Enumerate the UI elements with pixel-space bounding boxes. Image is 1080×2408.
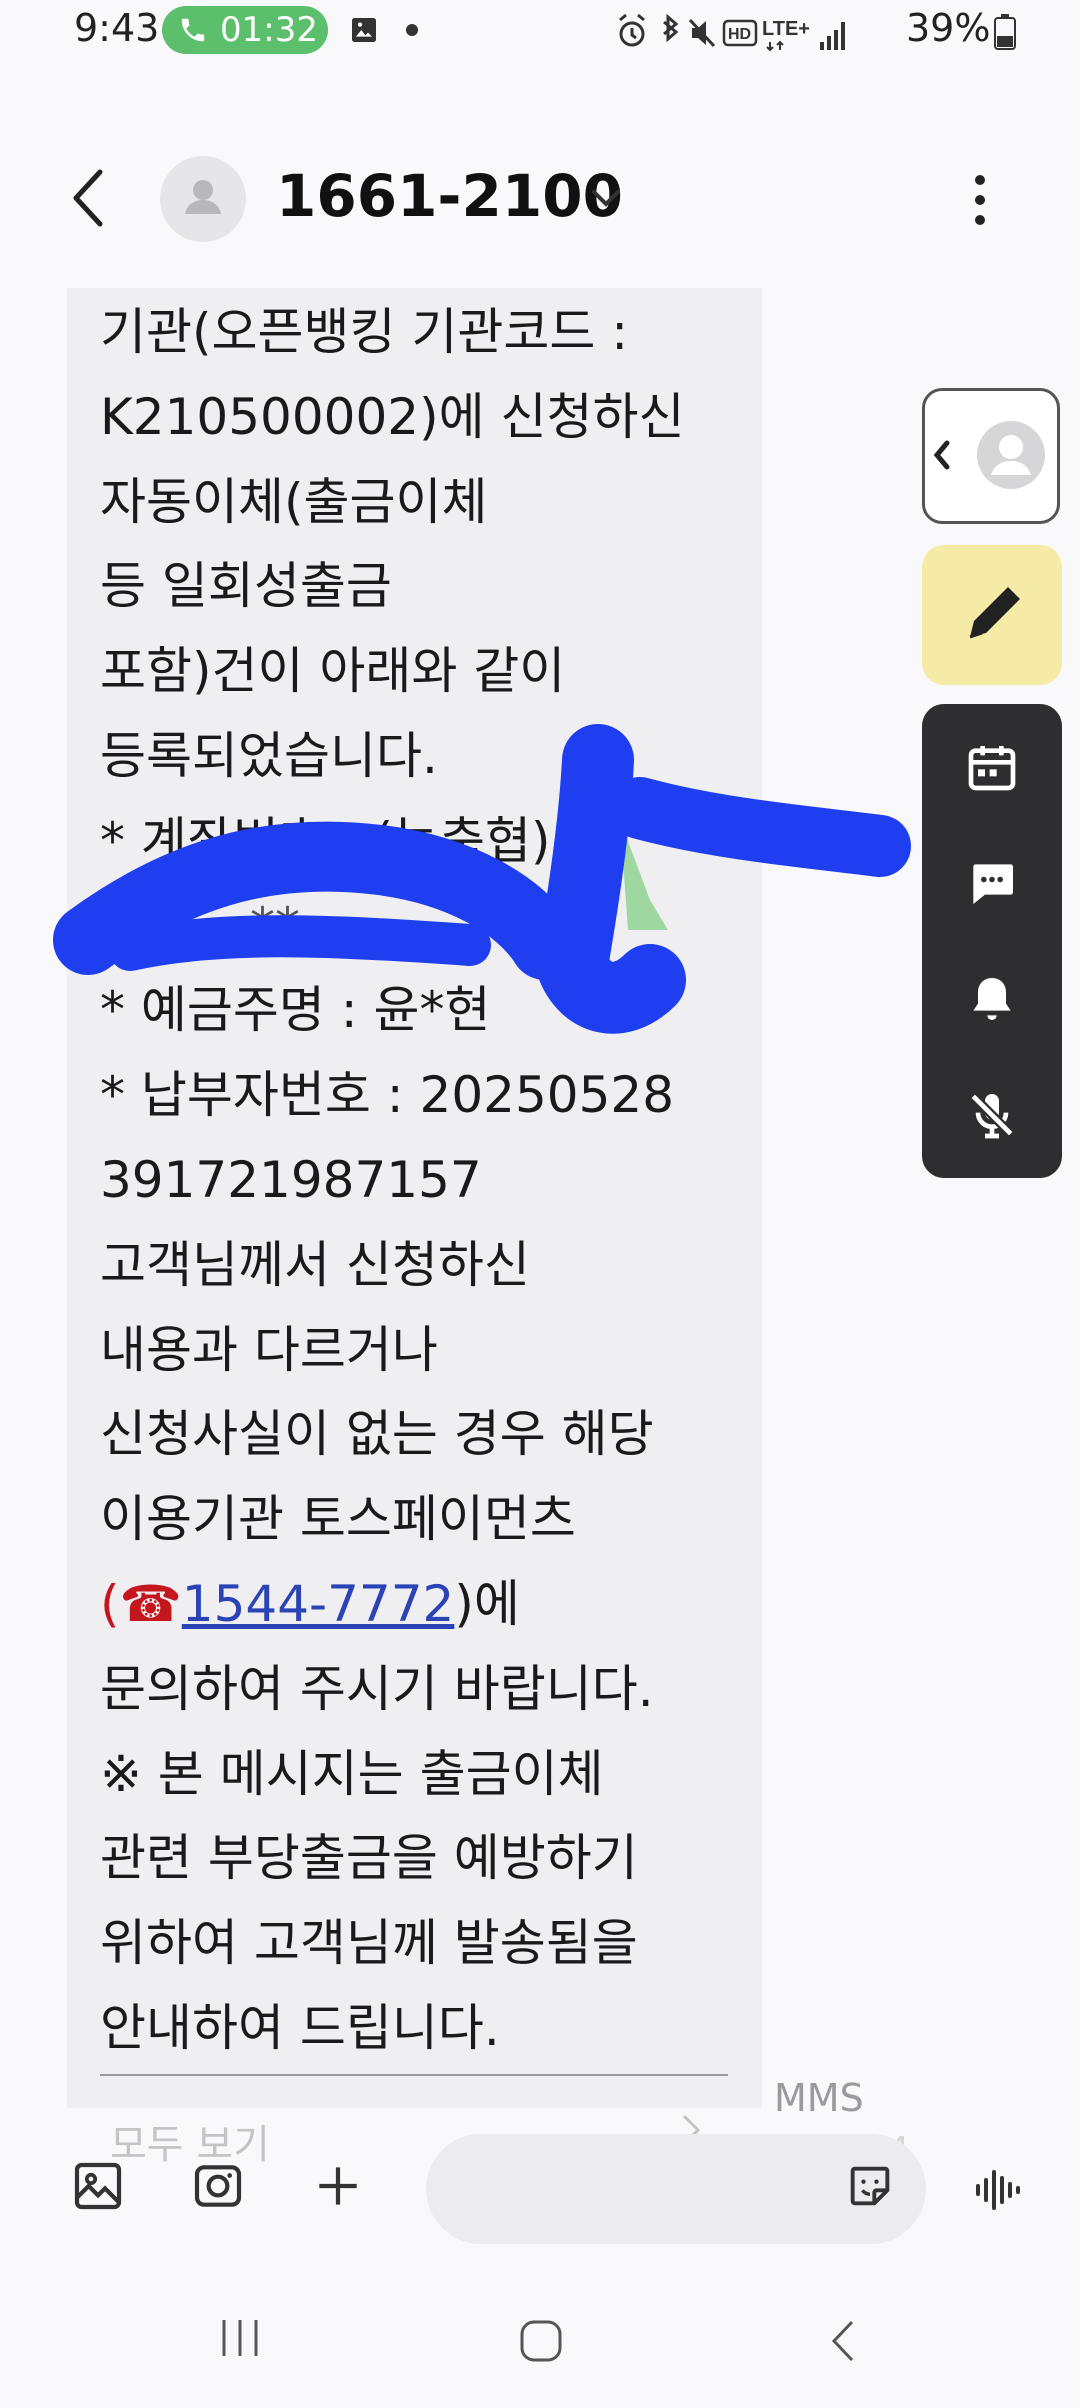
sticker-button[interactable] bbox=[844, 2160, 896, 2212]
message-line: 관련 부당출금을 예방하기 bbox=[100, 1829, 638, 1888]
message-line: 문의하여 주시기 바랍니다. bbox=[100, 1659, 654, 1718]
message-line: 포함)건이 아래와 같이 bbox=[100, 642, 566, 701]
sticker-icon bbox=[850, 2166, 890, 2206]
hd-voice-icon: HD bbox=[722, 19, 758, 47]
message-line: * 예금주명 : 윤*현 bbox=[100, 981, 491, 1040]
call-indicator[interactable]: 01:32 bbox=[162, 6, 328, 54]
message-line: ※ 본 메시지는 출금이체 bbox=[100, 1744, 604, 1803]
lte-icon: LTE+ bbox=[762, 18, 810, 52]
battery-icon bbox=[994, 14, 1016, 50]
recent-apps-icon bbox=[222, 2320, 258, 2356]
back-button[interactable] bbox=[62, 160, 122, 236]
message-line-phone: (☎1544-7772)에 bbox=[100, 1562, 750, 1647]
message-line: 자동이체(출금이체 bbox=[100, 472, 488, 531]
message-line: * 납부자번호 : 20250528 bbox=[100, 1066, 675, 1125]
message-input[interactable] bbox=[466, 2164, 830, 2216]
notification-dot-icon bbox=[406, 24, 418, 36]
camera-button[interactable] bbox=[190, 2158, 246, 2214]
message-type-label: MMS bbox=[774, 2076, 864, 2120]
message-line: 신청사실이 없는 경우 해당 bbox=[100, 1405, 654, 1464]
calendar-button[interactable] bbox=[922, 712, 1062, 822]
bubble-divider bbox=[100, 2074, 728, 2076]
message-line: 391721987157 bbox=[100, 1150, 482, 1209]
plus-icon bbox=[319, 2167, 357, 2205]
side-tool-panel bbox=[922, 704, 1062, 1178]
pencil-icon bbox=[969, 587, 1020, 639]
voice-icon bbox=[976, 2170, 1020, 2210]
message-line: K210500002)에 신청하신 bbox=[100, 387, 685, 446]
bluetooth-icon bbox=[663, 13, 679, 43]
side-contact-handle[interactable] bbox=[922, 388, 1060, 524]
message-line: 기관(오픈뱅킹 기관코드 : bbox=[100, 303, 629, 361]
bell-icon bbox=[973, 978, 1011, 1020]
gallery-button[interactable] bbox=[70, 2158, 126, 2214]
voice-record-button[interactable] bbox=[972, 2166, 1028, 2214]
phone-suffix: )에 bbox=[454, 1574, 520, 1633]
nav-back-button[interactable] bbox=[828, 2318, 858, 2364]
contact-avatar-icon bbox=[185, 180, 221, 214]
message-line: 등 일회성출금 bbox=[100, 557, 392, 616]
phone-number-link[interactable]: 1544-7772 bbox=[182, 1575, 455, 1633]
svg-text:HD: HD bbox=[728, 26, 751, 43]
calendar-icon bbox=[968, 746, 1016, 791]
message-line: 이용기관 토스페이먼츠 bbox=[100, 1490, 576, 1549]
mute-icon bbox=[688, 18, 716, 48]
recent-apps-button[interactable] bbox=[218, 2316, 262, 2360]
gallery-icon bbox=[74, 2162, 122, 2210]
message-line: ** bbox=[250, 896, 300, 955]
contact-icon bbox=[933, 421, 1045, 489]
status-time: 9:43 bbox=[74, 6, 160, 50]
back-icon bbox=[831, 2320, 854, 2362]
phone-icon bbox=[181, 18, 205, 42]
call-duration: 01:32 bbox=[220, 10, 318, 50]
svg-text:LTE+: LTE+ bbox=[762, 18, 810, 40]
message-button[interactable] bbox=[922, 828, 1062, 938]
chevron-down-icon[interactable] bbox=[588, 186, 624, 210]
gallery-notification-icon bbox=[352, 18, 376, 42]
avatar[interactable] bbox=[160, 156, 246, 242]
status-bar: 9:43 01:32 HD LTE+ 39% bbox=[0, 0, 1080, 64]
home-icon bbox=[520, 2320, 562, 2362]
mute-mic-button[interactable] bbox=[922, 1060, 1062, 1170]
message-line: 내용과 다르거나 bbox=[100, 1320, 438, 1379]
home-button[interactable] bbox=[518, 2318, 564, 2364]
message-body: 기관(오픈뱅킹 기관코드 : K210500002)에 신청하신 자동이체(출금… bbox=[100, 290, 750, 2071]
add-attachment-button[interactable] bbox=[310, 2158, 366, 2214]
signal-icon bbox=[820, 22, 845, 50]
message-line: 고객님께서 신청하신 bbox=[100, 1235, 530, 1294]
message-icon bbox=[973, 864, 1013, 904]
notification-button[interactable] bbox=[922, 944, 1062, 1054]
message-line: 등록되었습니다. bbox=[100, 726, 438, 785]
message-line: 위하여 고객님께 발송됨을 bbox=[100, 1914, 638, 1973]
edit-button[interactable] bbox=[922, 545, 1062, 685]
status-icons: HD LTE+ bbox=[619, 13, 845, 52]
message-line: 안내하여 드립니다. bbox=[100, 1998, 500, 2057]
mic-off-icon bbox=[970, 1093, 1014, 1139]
phone-prefix: (☎ bbox=[100, 1574, 182, 1633]
camera-icon bbox=[194, 2165, 242, 2207]
contact-name[interactable]: 1661-2100 bbox=[276, 162, 623, 230]
alarm-icon bbox=[619, 13, 645, 47]
battery-percent: 39% bbox=[906, 6, 991, 50]
message-line: * 계좌번호 : (농축협) bbox=[100, 811, 551, 870]
more-options-button[interactable] bbox=[960, 166, 1000, 234]
